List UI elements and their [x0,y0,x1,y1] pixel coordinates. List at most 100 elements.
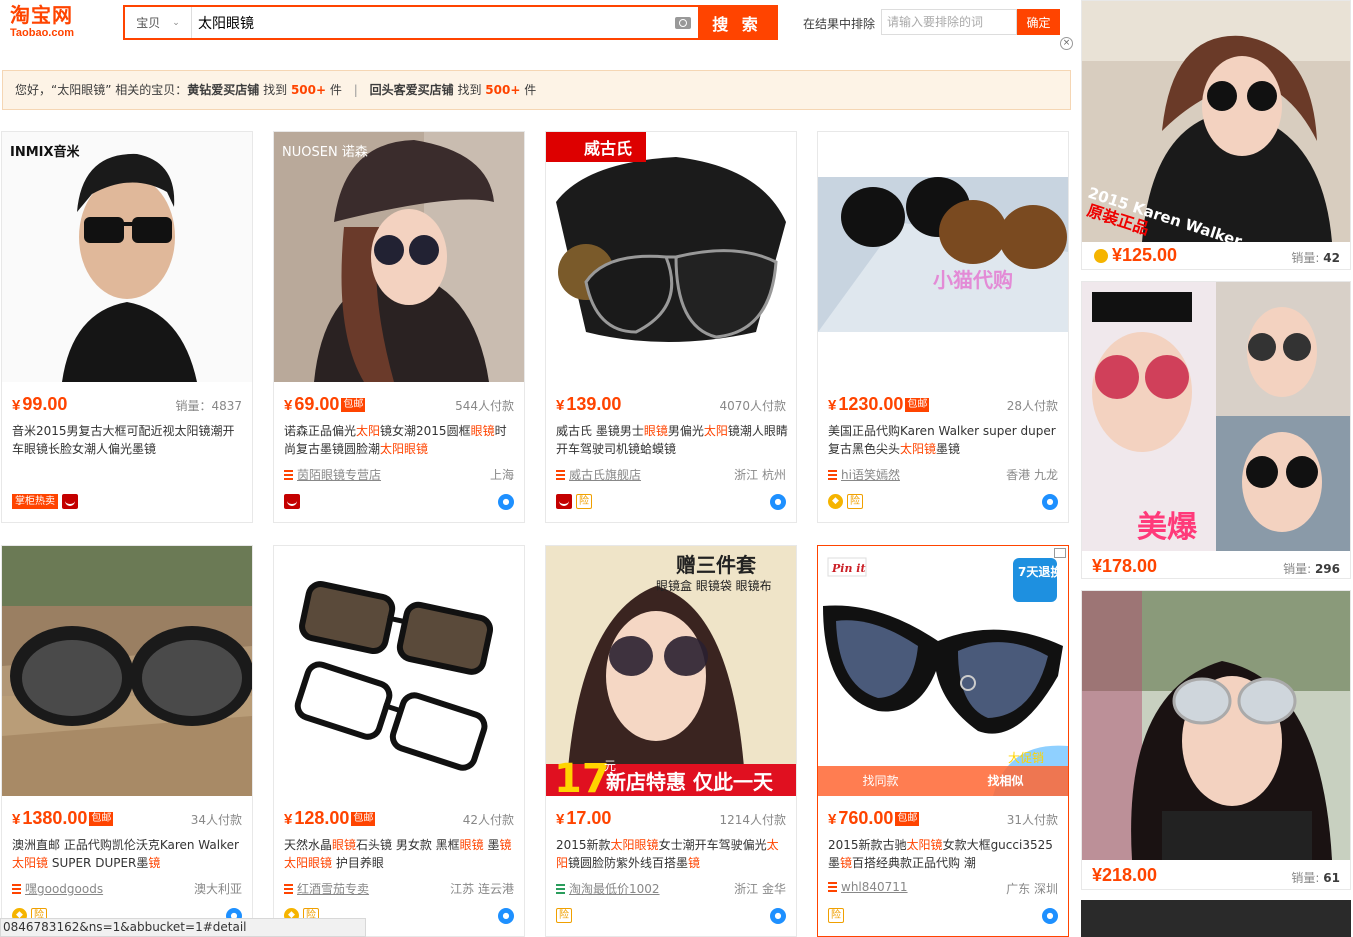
product-price: ¥128.00 包邮 [284,808,376,828]
shop-link[interactable]: hi语笑嫣然 [828,466,900,483]
wangwang-icon[interactable]: ● [498,494,514,510]
product-image[interactable]: Pin it 7天退换 大促销 找同款 找相似 [818,546,1068,796]
badges: ◆ 险 [828,494,863,509]
product-card[interactable]: ¥128.00 包邮 42人付款 天然水晶眼镜石头镜 男女款 黑框眼镜 墨镜 太阳眼… [273,545,525,937]
side-ad-partial[interactable] [1081,900,1351,937]
wangwang-icon[interactable]: ● [498,908,514,924]
side-ad[interactable]: ¥218.00 销量: 61 [1081,590,1351,890]
free-shipping-badge: 包邮 [905,398,930,412]
shop-link[interactable]: 茵陌眼镜专营店 [284,466,381,483]
guarantee-icon[interactable]: 险 [847,494,863,509]
exclude-confirm-button[interactable]: 确定 [1017,9,1060,35]
pinit-text: Pin it [831,562,866,575]
product-card[interactable]: 威古氏 ¥139.00 4070人付款 威古氏 墨镜男士眼镜男偏光太阳镜潮人眼睛… [545,131,797,523]
product-image[interactable]: INMIX音米 [2,132,252,382]
notice-unit2: 件 [524,83,537,97]
product-card[interactable]: NUOSEN 诺森 ¥69.00 包邮 544人付款 诺森正品偏光太阳镜女潮201… [273,131,525,523]
camera-icon[interactable] [668,7,698,38]
status-bar-url: 0846783162&ns=1&abbucket=1#detail [0,918,366,937]
tmall-icon[interactable] [556,494,572,509]
notice-count2: 500+ [485,83,521,97]
sales-count: 34人付款 [190,813,242,827]
shop-link[interactable]: whl840711 [828,880,908,894]
side-ad[interactable]: 2015 Karen Walker 原装正品 ¥125.00 销量: 42 [1081,0,1351,270]
shop-location: 浙江 杭州 [734,468,786,482]
product-title[interactable]: 天然水晶眼镜石头镜 男女款 黑框眼镜 墨镜 太阳眼镜 护目养眼 [284,836,516,872]
ad-image[interactable]: 美爆 [1082,282,1350,551]
exclude-input[interactable] [881,9,1017,35]
product-card[interactable]: Pin it 7天退换 大促销 找同款 找相似 ¥760.00 包邮 31人付款 … [817,545,1069,937]
notice-shop1-link[interactable]: 黄钻爱买店铺 [187,83,259,97]
ad-price: ¥178.00 [1092,556,1158,576]
sales-count: 28人付款 [1006,399,1058,413]
product-card[interactable]: 小猫代购 ¥1230.00 包邮 28人付款 美国正品代购Karen Walker… [817,131,1069,523]
return-badge-text: 7天退换 [1018,564,1063,579]
chevron-down-icon: ⌄ [172,17,180,28]
badges: 险 [556,908,572,923]
guarantee-icon[interactable]: 险 [556,908,572,923]
find-same-button[interactable]: 找同款 [818,766,943,796]
product-card[interactable]: 赠三件套 眼镜盒 眼镜袋 眼镜布 17 元 新店特惠 仅此一天 ¥17.00 1… [545,545,797,937]
exclude-label: 在结果中排除 [803,17,876,31]
product-image[interactable] [274,546,524,796]
product-title[interactable]: 音米2015男复古大框可配近视太阳镜潮开车眼镜长脸女潮人偏光墨镜 [12,422,244,458]
product-price: ¥139.00 [556,394,622,414]
product-image[interactable]: 威古氏 [546,132,796,382]
product-title[interactable]: 2015新款古驰太阳镜女款大框gucci3525墨镜百搭经典款正品代购 潮 [828,836,1060,872]
ad-image[interactable]: 2015 Karen Walker 原装正品 [1082,1,1350,242]
badges: 险 [556,494,592,509]
shop-link[interactable]: 嘿goodgoods [12,880,103,897]
shop-link[interactable]: 红酒雪茄专卖 [284,880,369,897]
product-title[interactable]: 诺森正品偏光太阳镜女潮2015圆框眼镜时尚复古墨镜圆脸潮太阳眼镜 [284,422,516,458]
wangwang-icon[interactable]: ● [1042,494,1058,510]
badges [284,494,300,509]
find-similar-bar: 找同款 找相似 [818,766,1068,796]
notice-found2: 找到 [457,83,482,97]
close-icon[interactable]: × [1060,37,1073,50]
ad-watermark: 美爆 [1137,510,1198,545]
hot-seller-badge[interactable]: 掌柜热卖 [12,494,58,509]
product-title[interactable]: 澳洲直邮 正品代购凯伦沃克Karen Walker 太阳镜 SUPER DUPE… [12,836,244,872]
gold-seller-icon[interactable]: ◆ [828,494,843,509]
ad-image[interactable] [1082,591,1350,860]
product-title[interactable]: 威古氏 墨镜男士眼镜男偏光太阳镜潮人眼睛开车驾驶司机镜蛤蟆镜 [556,422,788,458]
side-ad[interactable]: 美爆 ¥178.00 销量: 296 [1081,281,1351,579]
wangwang-icon[interactable]: ● [1042,908,1058,924]
find-similar-button[interactable]: 找相似 [943,766,1068,796]
wangwang-icon[interactable]: ● [770,908,786,924]
notice-bar: 您好，“太阳眼镜” 相关的宝贝：黄钻爱买店铺 找到 500+ 件 | 回头客爱买… [2,70,1071,110]
notice-count1: 500+ [290,83,327,97]
lock-icon[interactable] [1054,548,1066,558]
product-image[interactable]: 赠三件套 眼镜盒 眼镜袋 眼镜布 17 元 新店特惠 仅此一天 [546,546,796,796]
search-input[interactable] [192,7,668,38]
product-image[interactable]: 小猫代购 [818,132,1068,382]
tmall-icon[interactable] [62,494,78,509]
guarantee-icon[interactable]: 险 [576,494,592,509]
product-card[interactable]: INMIX音米 ¥99.00 销量：4837 音米2015男复古大框可配近视太阳… [1,131,253,523]
shop-icon [556,469,565,480]
search-button[interactable]: 搜 索 [698,7,776,38]
shop-link[interactable]: 淘淘最低价1002 [556,880,660,897]
notice-unit1: 件 [329,83,342,97]
free-shipping-badge: 包邮 [89,812,114,826]
product-price: ¥1380.00 包邮 [12,808,114,828]
guarantee-icon[interactable]: 险 [828,908,844,923]
product-image[interactable] [2,546,252,796]
shop-location: 浙江 金华 [734,882,786,896]
product-title[interactable]: 2015新款太阳眼镜女士潮开车驾驶偏光太阳镜圆脸防紫外线百搭墨镜 [556,836,788,872]
product-card[interactable]: ¥1380.00 包邮 34人付款 澳洲直邮 正品代购凯伦沃克Karen Walk… [1,545,253,937]
taobao-logo[interactable]: 淘宝网 Taobao.com [10,4,110,44]
search-type-select[interactable]: 宝贝 ⌄ [125,7,192,38]
promo-banner-text: 新店特惠 仅此一天 [606,770,774,794]
shop-location: 广东 深圳 [1006,882,1058,896]
tmall-icon[interactable] [284,494,300,509]
product-image[interactable]: NUOSEN 诺森 [274,132,524,382]
wangwang-icon[interactable]: ● [770,494,786,510]
sales-count: 1214人付款 [719,813,786,827]
ad-sales: 销量: 296 [1283,562,1340,576]
shop-link[interactable]: 威古氏旗舰店 [556,466,641,483]
notice-shop2-link[interactable]: 回头客爱买店铺 [370,83,454,97]
shop-location: 澳大利亚 [193,882,242,896]
ad-sales: 销量: 61 [1291,871,1340,885]
product-title[interactable]: 美国正品代购Karen Walker super duper复古黑色尖头太阳镜墨… [828,422,1060,458]
